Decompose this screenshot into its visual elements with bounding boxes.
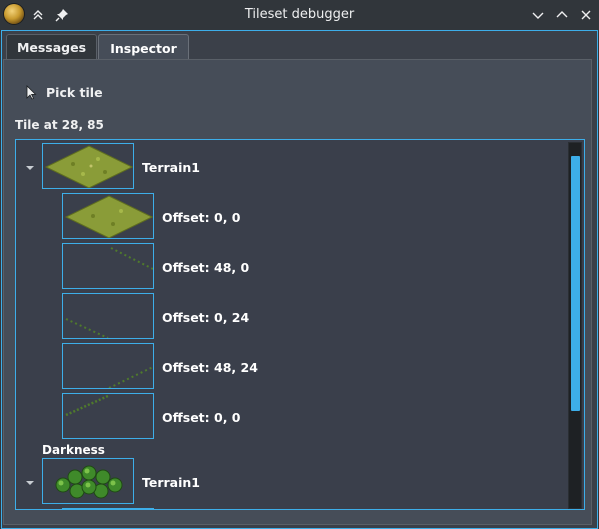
offset-label: Offset: 48, 24 [162,360,258,375]
offset-label: Offset: 0, 0 [162,410,241,425]
sprite-thumbnail [62,193,154,239]
sprite-thumbnail [62,243,154,289]
window-content: Messages Inspector Pick tile Tile at 28,… [1,30,598,529]
pick-tile-label: Pick tile [46,84,103,100]
vertical-scrollbar[interactable] [568,142,582,509]
title-bar: Tileset debugger [0,0,599,30]
scrollbar-handle[interactable] [571,156,580,411]
section-label: Darkness [42,443,105,457]
group-label: Terrain1 [142,475,200,490]
expand-arrow-icon[interactable] [26,166,34,170]
pointer-cursor-icon [26,85,37,100]
offset-label: Offset: 0, 0 [162,210,241,225]
tile-thumbnail [42,458,134,504]
offset-label: Offset: 48, 0 [162,260,250,275]
tile-thumbnail [42,143,134,189]
window-title: Tileset debugger [244,7,355,22]
sprite-thumbnail [62,293,154,339]
sprite-thumbnail [62,343,154,389]
minimize-icon[interactable] [528,5,548,25]
maximize-icon[interactable] [552,5,572,25]
tab-messages[interactable]: Messages [6,34,97,60]
pick-tile-button[interactable]: Pick tile [24,81,103,103]
sprite-thumbnail [62,508,154,509]
tile-heading: Tile at 28, 85 [15,118,104,132]
offset-label: Offset: 0, 24 [162,310,250,325]
sprite-thumbnail [62,393,154,439]
close-icon[interactable] [576,5,596,25]
tile-tree[interactable]: Terrain1 Offset: 0, 0 Offset: 48, 0 Offs… [15,139,585,510]
group-label: Terrain1 [142,160,200,175]
tab-inspector[interactable]: Inspector [98,34,189,61]
expand-arrow-icon[interactable] [26,481,34,485]
